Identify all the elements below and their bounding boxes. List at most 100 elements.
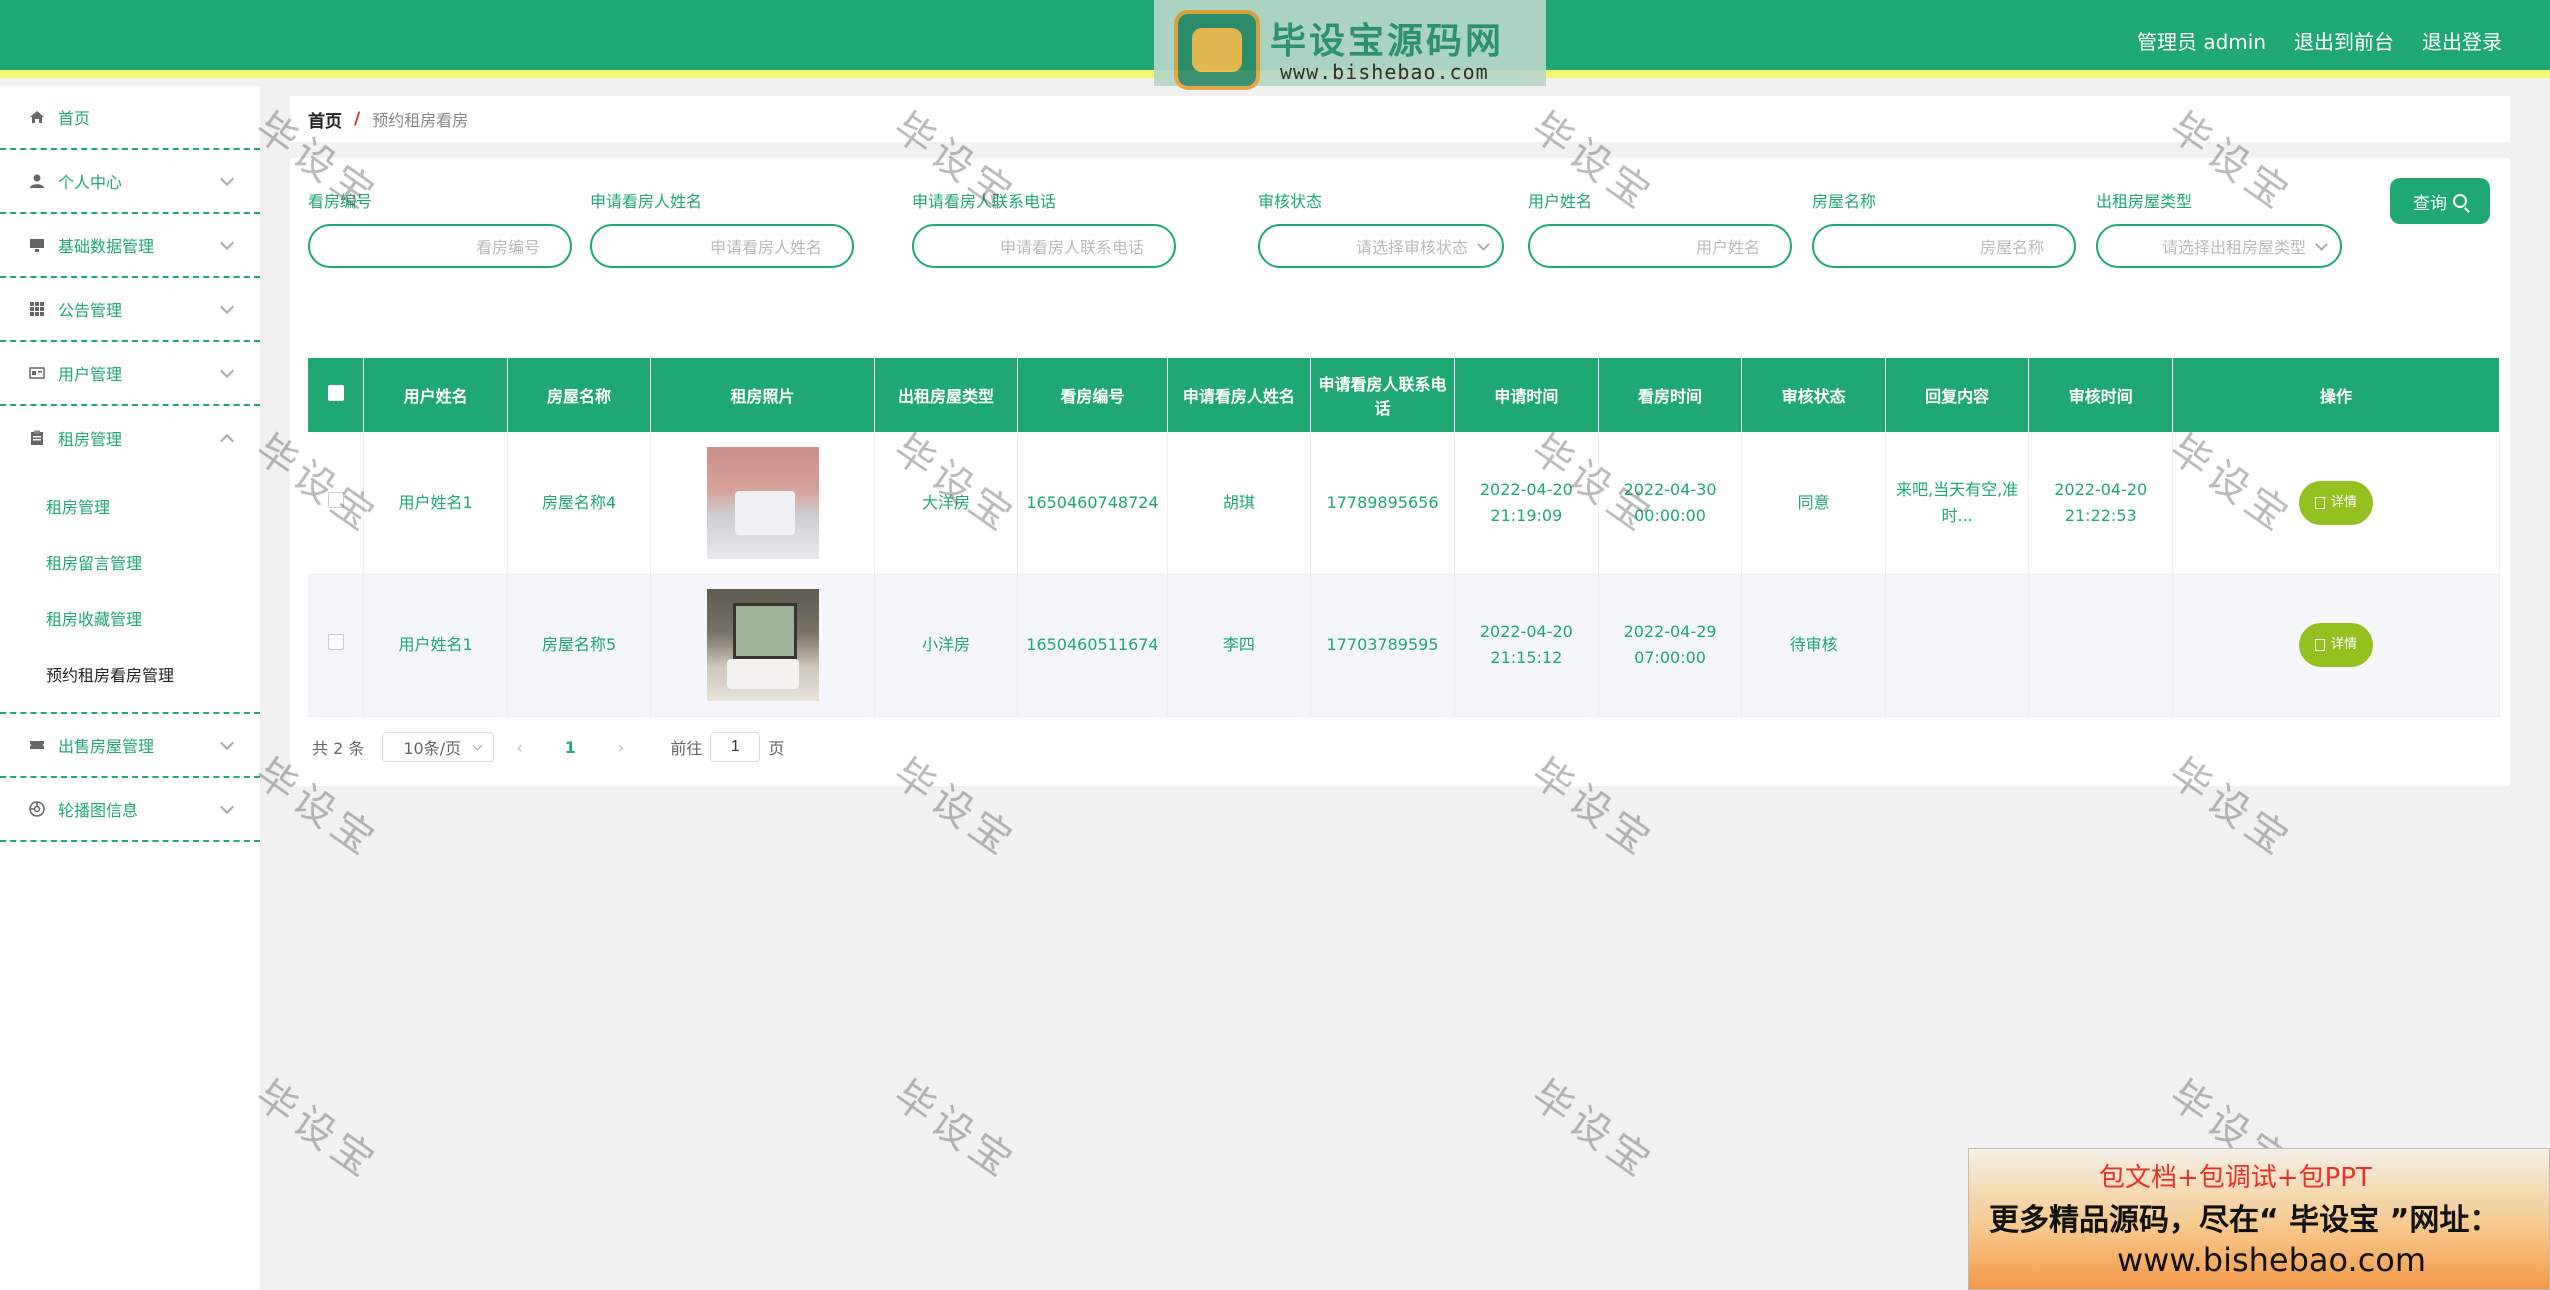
rental-photo[interactable] (706, 589, 819, 701)
filter-rental-type: 出租房屋类型 请选择出租房屋类型 (2096, 188, 2342, 268)
row-select-cell[interactable] (308, 432, 365, 575)
logo-url: www.bishebao.com (1280, 60, 1489, 84)
clipboard-icon (31, 430, 43, 445)
document-icon (2315, 639, 2326, 651)
cell-action: 详情 (2172, 574, 2500, 717)
cell-apply-time: 2022-04-20 21:15:12 (1454, 574, 1599, 717)
filter-label: 看房编号 (308, 192, 373, 211)
rental-type-select[interactable]: 请选择出租房屋类型 (2096, 224, 2342, 268)
cell-phone: 17703789595 (1310, 574, 1455, 717)
sidebar-subitem-rental-messages[interactable]: 租房留言管理 (0, 534, 260, 590)
goto-page-input[interactable] (710, 732, 761, 762)
sidebar-item-notice[interactable]: 公告管理 (0, 278, 260, 342)
column-header: 房屋名称 (507, 358, 652, 432)
sidebar-item-sale[interactable]: 出售房屋管理 (0, 714, 260, 778)
column-header: 租房照片 (650, 358, 875, 432)
applicant-phone-input[interactable]: 申请看房人联系电话 (912, 224, 1176, 268)
filter-label: 审核状态 (1258, 192, 1323, 211)
cell-status: 同意 (1741, 432, 1886, 575)
column-header: 用户姓名 (363, 358, 508, 432)
review-status-select[interactable]: 请选择审核状态 (1258, 224, 1504, 268)
goto-suffix: 页 (768, 739, 785, 758)
home-icon (30, 111, 44, 123)
sidebar-item-profile[interactable]: 个人中心 (0, 150, 260, 214)
cell-applicant: 李四 (1167, 574, 1312, 717)
cell-action: 详情 (2172, 432, 2500, 575)
cell-user: 用户姓名1 (363, 432, 508, 575)
header-select-all[interactable] (308, 358, 365, 432)
applicant-name-input[interactable]: 申请看房人姓名 (590, 224, 854, 268)
breadcrumb-home[interactable]: 首页 (308, 107, 342, 132)
select-all-checkbox[interactable] (327, 385, 344, 401)
row-checkbox[interactable] (327, 634, 344, 650)
row-checkbox[interactable] (327, 491, 344, 508)
goto-label: 前往 (670, 739, 703, 758)
sidebar-item-users[interactable]: 用户管理 (0, 342, 260, 406)
table-row: 用户姓名1 房屋名称5 小洋房 1650460511674 李四 1770378… (308, 574, 2500, 717)
cell-review-time: 2022-04-20 21:22:53 (2028, 432, 2174, 575)
id-card-icon (29, 367, 45, 379)
sidebar-item-label: 公告管理 (58, 301, 123, 320)
viewing-table: 用户姓名 房屋名称 租房照片 出租房屋类型 看房编号 申请看房人姓名 申请看房人… (308, 358, 2500, 717)
table-row: 用户姓名1 房屋名称4 大洋房 1650460748724 胡琪 1778989… (308, 432, 2500, 575)
chevron-down-icon (219, 235, 235, 251)
cell-status: 待审核 (1741, 574, 1886, 717)
user-icon (30, 174, 44, 188)
page-size-select[interactable]: 10条/页 (382, 732, 495, 762)
back-to-front-link[interactable]: 退出到前台 (2294, 26, 2394, 55)
filter-label: 房屋名称 (1812, 192, 1877, 211)
column-header: 审核时间 (2028, 358, 2174, 432)
cell-phone: 17789895656 (1310, 432, 1455, 575)
user-name-input[interactable]: 用户姓名 (1528, 224, 1792, 268)
cell-house: 房屋名称5 (507, 574, 652, 717)
column-header: 操作 (2172, 358, 2500, 432)
search-button[interactable]: 查询 (2390, 178, 2490, 224)
chevron-down-icon (219, 299, 235, 315)
sidebar-item-label: 个人中心 (58, 173, 123, 192)
monitor-icon (30, 239, 44, 252)
sidebar-item-rental[interactable]: 租房管理 (0, 406, 260, 470)
sidebar: 首页 个人中心 基础数据管理 公告管理 用户管理 租房管理 租房管理 租房留言管… (0, 86, 260, 1290)
row-select-cell[interactable] (308, 574, 365, 717)
watermark-text: 毕设宝 (884, 1071, 1025, 1189)
filter-applicant-name: 申请看房人姓名 申请看房人姓名 (590, 188, 854, 268)
ad-line-2: 更多精品源码，尽在“ 毕设宝 ”网址： (1989, 1203, 2500, 1238)
sidebar-subitem-rental[interactable]: 租房管理 (0, 478, 260, 534)
filter-label: 申请看房人联系电话 (912, 192, 1057, 211)
chevron-down-icon (219, 799, 235, 815)
cell-type: 小洋房 (874, 574, 1019, 717)
filter-label: 出租房屋类型 (2096, 192, 2193, 211)
breadcrumb: 首页 / 预约租房看房 (290, 96, 2510, 142)
cell-view-time: 2022-04-29 07:00:00 (1598, 574, 1743, 717)
cell-photo (650, 432, 875, 575)
filter-house-name: 房屋名称 房屋名称 (1812, 188, 2076, 268)
rental-photo[interactable] (706, 446, 819, 559)
filter-label: 申请看房人姓名 (590, 192, 703, 211)
filter-user-name: 用户姓名 用户姓名 (1528, 188, 1792, 268)
sidebar-item-home[interactable]: 首页 (0, 86, 260, 150)
sidebar-subitem-rental-viewing[interactable]: 预约租房看房管理 (0, 646, 260, 702)
detail-button[interactable]: 详情 (2299, 480, 2374, 525)
sidebar-item-label: 基础数据管理 (58, 237, 155, 256)
sidebar-item-basic-data[interactable]: 基础数据管理 (0, 214, 260, 278)
breadcrumb-separator: / (354, 109, 361, 129)
column-header: 看房时间 (1598, 358, 1743, 432)
filter-label: 用户姓名 (1528, 192, 1593, 211)
breadcrumb-current: 预约租房看房 (372, 111, 469, 130)
sidebar-item-label: 用户管理 (58, 365, 123, 384)
logout-link[interactable]: 退出登录 (2422, 26, 2502, 55)
column-header: 申请看房人姓名 (1167, 358, 1312, 432)
view-code-input[interactable]: 看房编号 (308, 224, 572, 268)
ad-banner[interactable]: 包文档+包调试+包PPT 更多精品源码，尽在“ 毕设宝 ”网址： www.bis… (1968, 1148, 2550, 1290)
pagination: 共 2 条 10条/页 ‹ 1 › 前往 页 (312, 732, 784, 762)
sidebar-subitem-rental-favorites[interactable]: 租房收藏管理 (0, 590, 260, 646)
house-name-input[interactable]: 房屋名称 (1812, 224, 2076, 268)
column-header: 申请看房人联系电话 (1310, 358, 1455, 432)
detail-button[interactable]: 详情 (2299, 623, 2374, 667)
next-page-button[interactable]: › (618, 738, 624, 757)
page-number-button[interactable]: 1 (565, 738, 576, 757)
column-header: 回复内容 (1885, 358, 2030, 432)
prev-page-button[interactable]: ‹ (516, 738, 522, 757)
chevron-down-icon (1477, 238, 1490, 251)
sidebar-item-carousel[interactable]: 轮播图信息 (0, 778, 260, 842)
